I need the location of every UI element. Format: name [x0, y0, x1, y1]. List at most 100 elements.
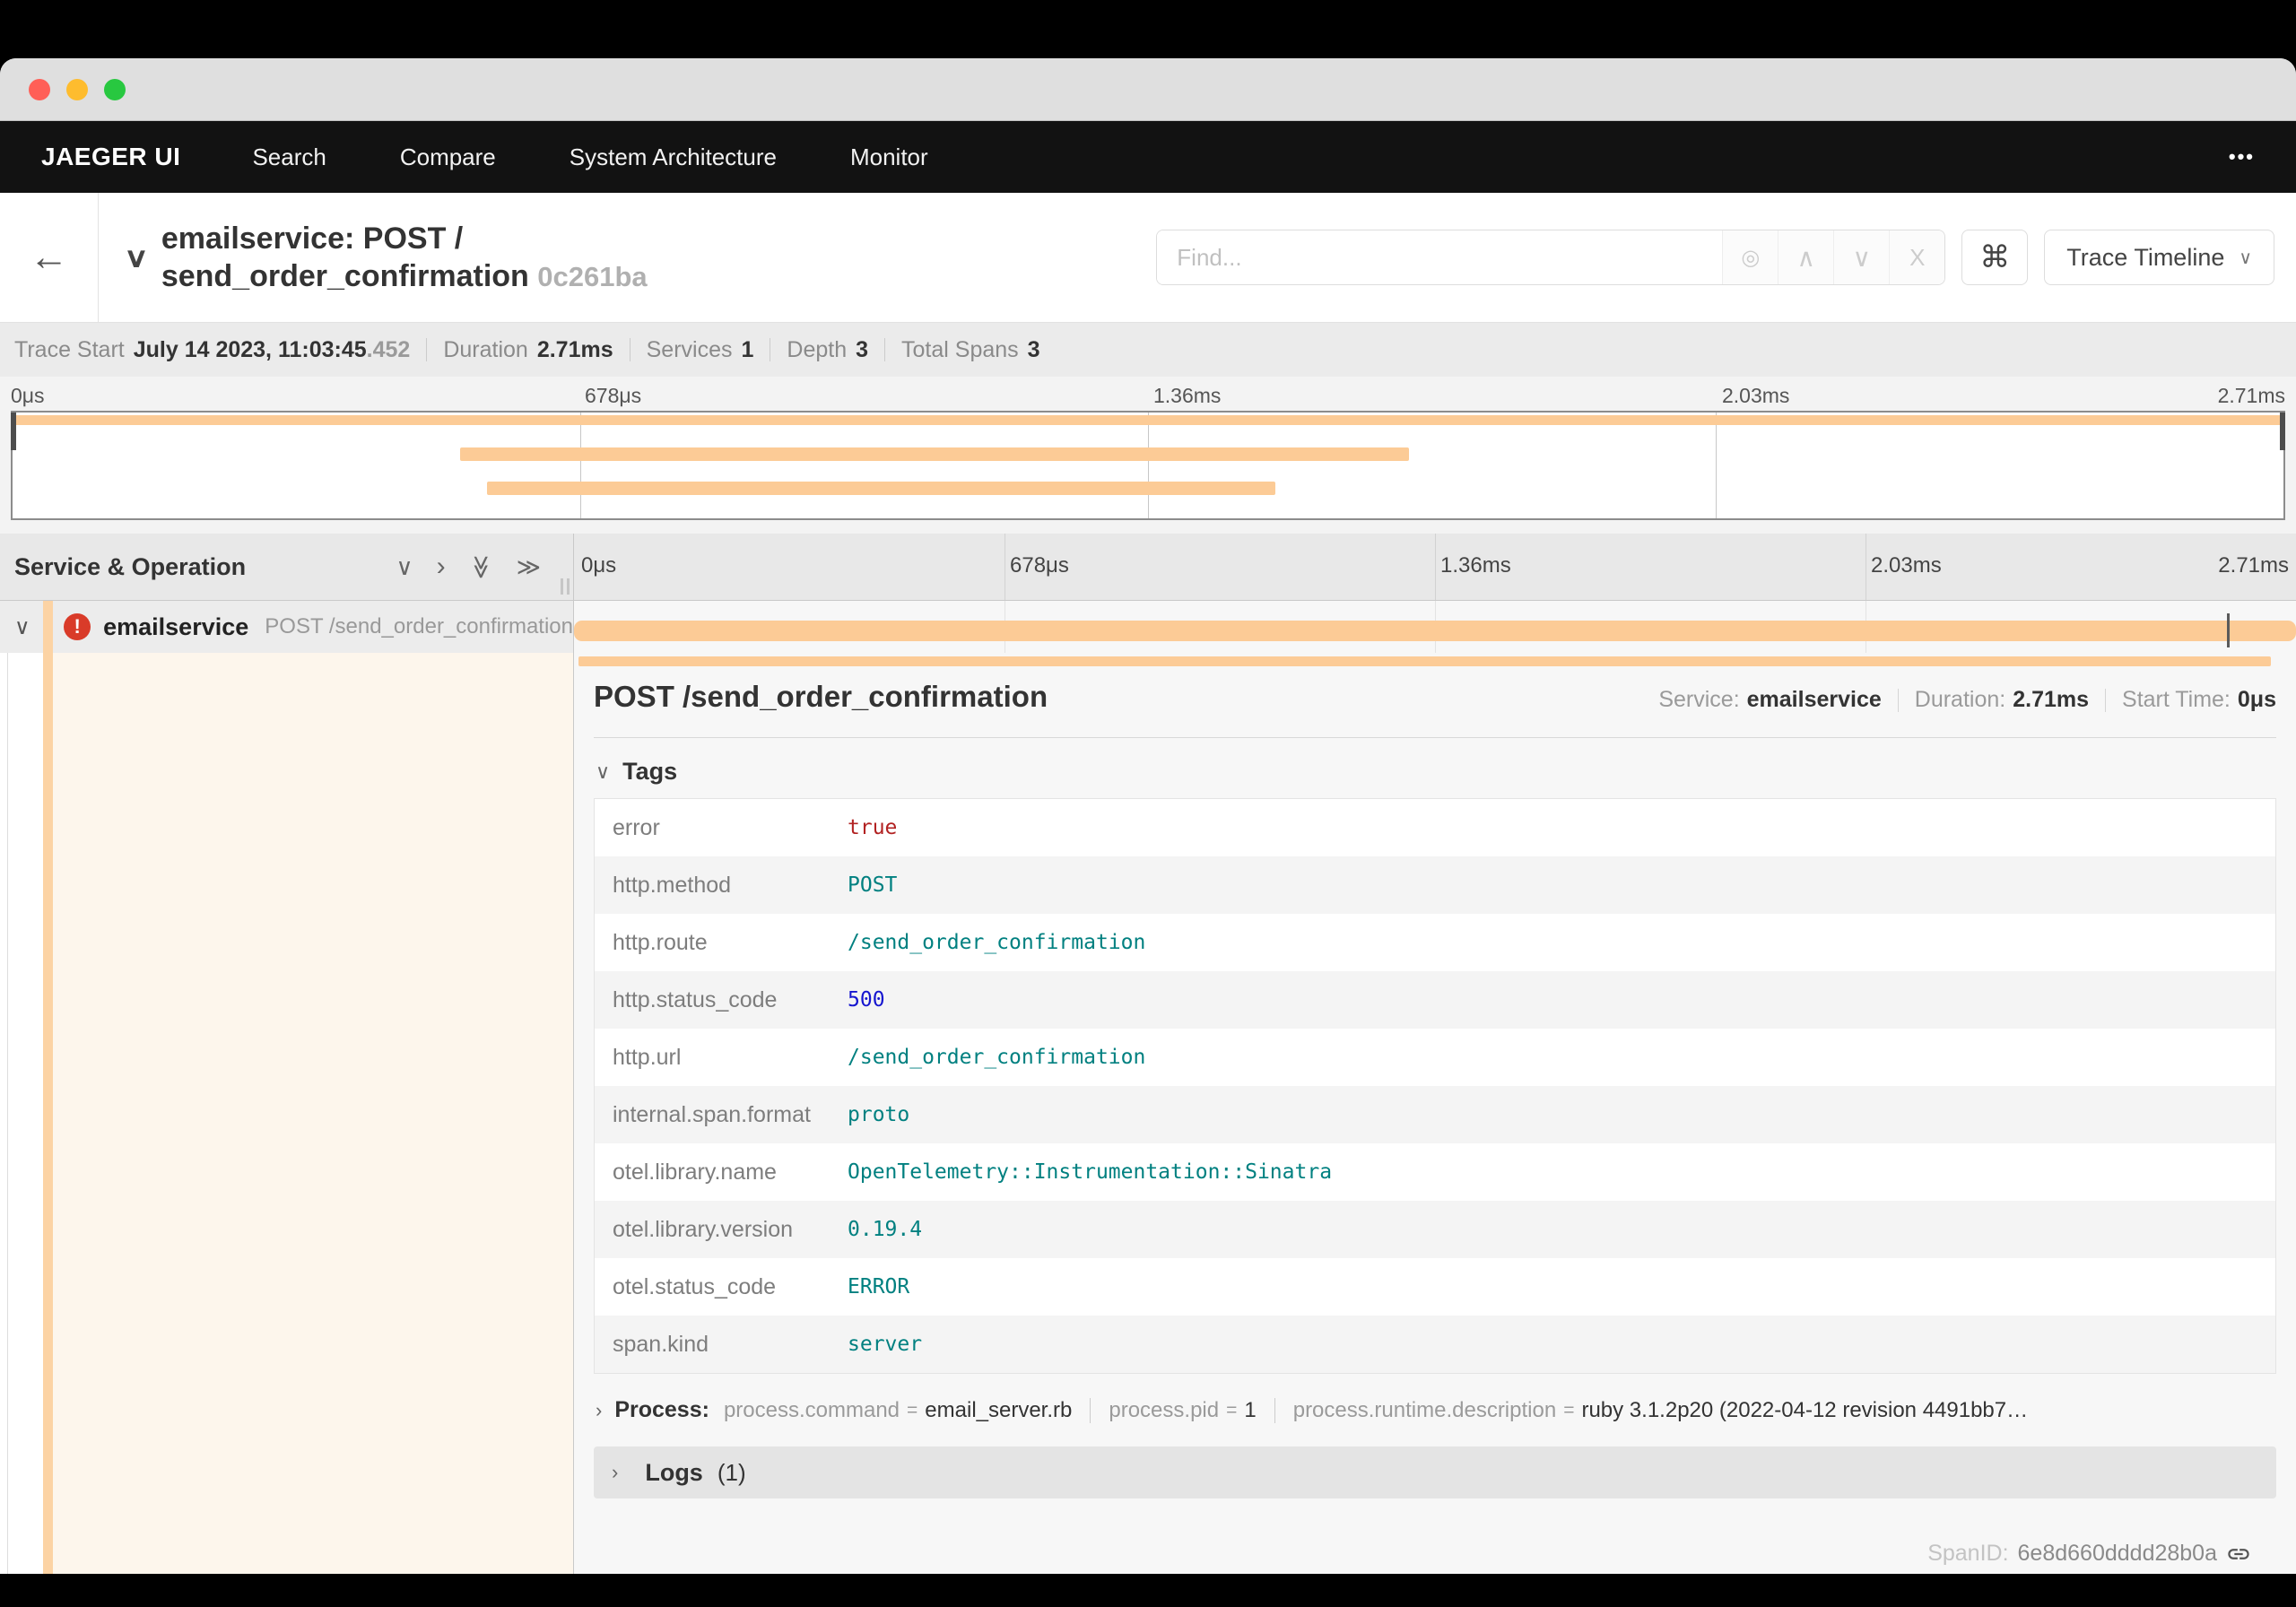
process-kv: process.runtime.description = ruby 3.1.2…: [1292, 1397, 2029, 1422]
trace-title-line2: send_order_confirmation 0c261ba: [161, 258, 648, 293]
find-input[interactable]: [1157, 230, 1723, 284]
span-row-timeline-cell[interactable]: [574, 601, 2296, 653]
tag-row: span.kind server: [595, 1316, 2275, 1373]
minimize-window-button[interactable]: [66, 79, 88, 100]
tag-row: http.route /send_order_confirmation: [613, 929, 1146, 955]
trace-header: ← ∨ emailservice: POST / send_order_conf…: [0, 193, 2296, 323]
minimap-span-bar: [487, 482, 1275, 495]
back-arrow-icon: ←: [29, 235, 69, 279]
span-row: ∨ ! emailservice POST /send_order_confir…: [0, 601, 2296, 653]
nav-item-system-architecture[interactable]: System Architecture: [570, 143, 777, 171]
nav-item-compare[interactable]: Compare: [400, 143, 496, 171]
timeline-header-row: Service & Operation ∨ › ≫ ≫ 0μs 678μs 1.…: [0, 534, 2296, 601]
minimap-span-bar: [459, 447, 1410, 461]
chevron-down-icon: ∨: [596, 760, 611, 783]
span-detail-rail: [0, 653, 574, 1574]
trace-id: 0c261ba: [537, 260, 648, 292]
span-operation-name: POST /send_order_confirmation: [265, 614, 573, 638]
error-icon: !: [64, 613, 91, 640]
find-bar: ◎ ∧ ∨ X: [1156, 230, 1946, 285]
span-collapse-chevron-icon[interactable]: ∨: [14, 614, 35, 640]
span-duration-bar[interactable]: [574, 621, 2296, 641]
chevron-right-icon: ›: [612, 1461, 619, 1483]
minimap-span-bar: [13, 415, 2283, 425]
timeline-axis: 0μs 678μs 1.36ms 2.03ms 2.71ms: [574, 534, 2296, 600]
logs-section-title: Logs: [645, 1458, 703, 1486]
close-window-button[interactable]: [29, 79, 50, 100]
find-match-case-icon[interactable]: ◎: [1722, 230, 1779, 284]
app-window: JAEGER UI Search Compare System Architec…: [0, 58, 2296, 1574]
span-detail-meta: Service: emailservice Duration: 2.71ms S…: [1658, 687, 2276, 712]
span-detail-title: POST /send_order_confirmation: [594, 680, 1048, 713]
span-id-label: SpanID:: [1927, 1541, 2009, 1566]
span-detail-panel: POST /send_order_confirmation Service: e…: [574, 653, 2296, 1574]
top-navbar: JAEGER UI Search Compare System Architec…: [0, 121, 2296, 193]
span-color-band: [43, 653, 53, 1574]
span-id-row: SpanID: 6e8d660dddd28b0a: [1927, 1541, 2251, 1567]
minimap-viewport[interactable]: [11, 411, 2285, 520]
service-operation-title: Service & Operation: [14, 552, 247, 580]
collapse-one-icon[interactable]: ∨: [396, 553, 413, 581]
trace-view-label: Trace Timeline: [2066, 243, 2225, 271]
chevron-down-icon: ∨: [2239, 248, 2252, 268]
trace-collapse-icon[interactable]: ∨: [124, 241, 149, 274]
span-detail-region: POST /send_order_confirmation Service: e…: [0, 653, 2296, 1574]
find-next-button[interactable]: ∨: [1833, 230, 1890, 284]
collapse-all-icon[interactable]: ≫: [467, 554, 495, 578]
tag-row: error true: [613, 814, 898, 840]
tag-row: otel.status_code ERROR: [613, 1273, 910, 1299]
tag-row: http.url /send_order_confirmation: [613, 1044, 1146, 1070]
back-button[interactable]: ←: [0, 193, 99, 322]
summary-duration: Duration 2.71ms: [443, 336, 613, 362]
find-prev-button[interactable]: ∧: [1778, 230, 1834, 284]
process-kv: process.pid = 1: [1109, 1397, 1257, 1422]
window-titlebar: [0, 58, 2296, 121]
tags-section-title: Tags: [622, 758, 678, 785]
tag-row: otel.library.name OpenTelemetry::Instrum…: [613, 1159, 1333, 1185]
process-section-toggle[interactable]: › Process: process.command = email_serve…: [596, 1397, 2276, 1423]
service-operation-header: Service & Operation ∨ › ≫ ≫: [0, 534, 574, 600]
expand-one-icon[interactable]: ›: [437, 552, 446, 582]
summary-services: Services 1: [646, 336, 754, 362]
logs-count: (1): [717, 1458, 746, 1486]
tag-row: http.method POST: [595, 856, 2275, 914]
expand-all-icon[interactable]: ≫: [517, 553, 541, 581]
command-icon: ⌘: [1979, 240, 2011, 274]
tags-table: error true http.method POST http.route /…: [594, 798, 2276, 1374]
summary-total-spans: Total Spans 3: [901, 336, 1040, 362]
logs-section-toggle[interactable]: › Logs (1): [594, 1446, 2276, 1498]
tags-section-toggle[interactable]: ∨ Tags: [596, 758, 2276, 786]
span-id-value: 6e8d660dddd28b0a: [2017, 1541, 2217, 1566]
minimap-right-drag-handle[interactable]: [2280, 413, 2285, 450]
span-color-band: [43, 601, 53, 653]
column-resizer[interactable]: [561, 578, 570, 595]
nav-item-monitor[interactable]: Monitor: [850, 143, 928, 171]
span-detail-accent-bar: [578, 656, 2271, 666]
tag-row: internal.span.format proto: [595, 1086, 2275, 1143]
span-row-name-cell[interactable]: ∨ ! emailservice POST /send_order_confir…: [0, 601, 574, 653]
keyboard-shortcuts-button[interactable]: ⌘: [1961, 230, 2029, 285]
process-section-title: Process:: [614, 1397, 709, 1422]
zoom-window-button[interactable]: [104, 79, 126, 100]
summary-trace-start: Trace Start July 14 2023, 11:03:45 .452: [14, 336, 411, 362]
nav-overflow-icon[interactable]: •••: [2229, 145, 2255, 169]
span-detail-rail-fill: [53, 653, 573, 1574]
trace-view-dropdown[interactable]: Trace Timeline ∨: [2044, 230, 2274, 285]
copy-link-icon[interactable]: [2226, 1542, 2251, 1567]
tag-row: otel.library.version 0.19.4: [595, 1201, 2275, 1258]
nav-item-search[interactable]: Search: [252, 143, 326, 171]
minimap-left-drag-handle[interactable]: [11, 413, 16, 450]
chevron-right-icon: ›: [596, 1398, 603, 1421]
trace-title: emailservice: POST / send_order_confirma…: [161, 220, 648, 296]
tag-row: http.status_code 500: [595, 971, 2275, 1029]
trace-summary-bar: Trace Start July 14 2023, 11:03:45 .452 …: [0, 323, 2296, 377]
screen: JAEGER UI Search Compare System Architec…: [0, 0, 2296, 1607]
app-brand: JAEGER UI: [41, 143, 181, 170]
span-service-name: emailservice: [103, 612, 249, 640]
trace-minimap: 0μs 678μs 1.36ms 2.03ms 2.71ms: [0, 377, 2296, 534]
summary-depth: Depth 3: [787, 336, 869, 362]
span-log-marker: [2227, 613, 2231, 647]
find-clear-button[interactable]: X: [1889, 230, 1945, 284]
process-kv: process.command = email_server.rb: [723, 1397, 1073, 1422]
trace-title-line1: emailservice: POST /: [161, 221, 464, 256]
